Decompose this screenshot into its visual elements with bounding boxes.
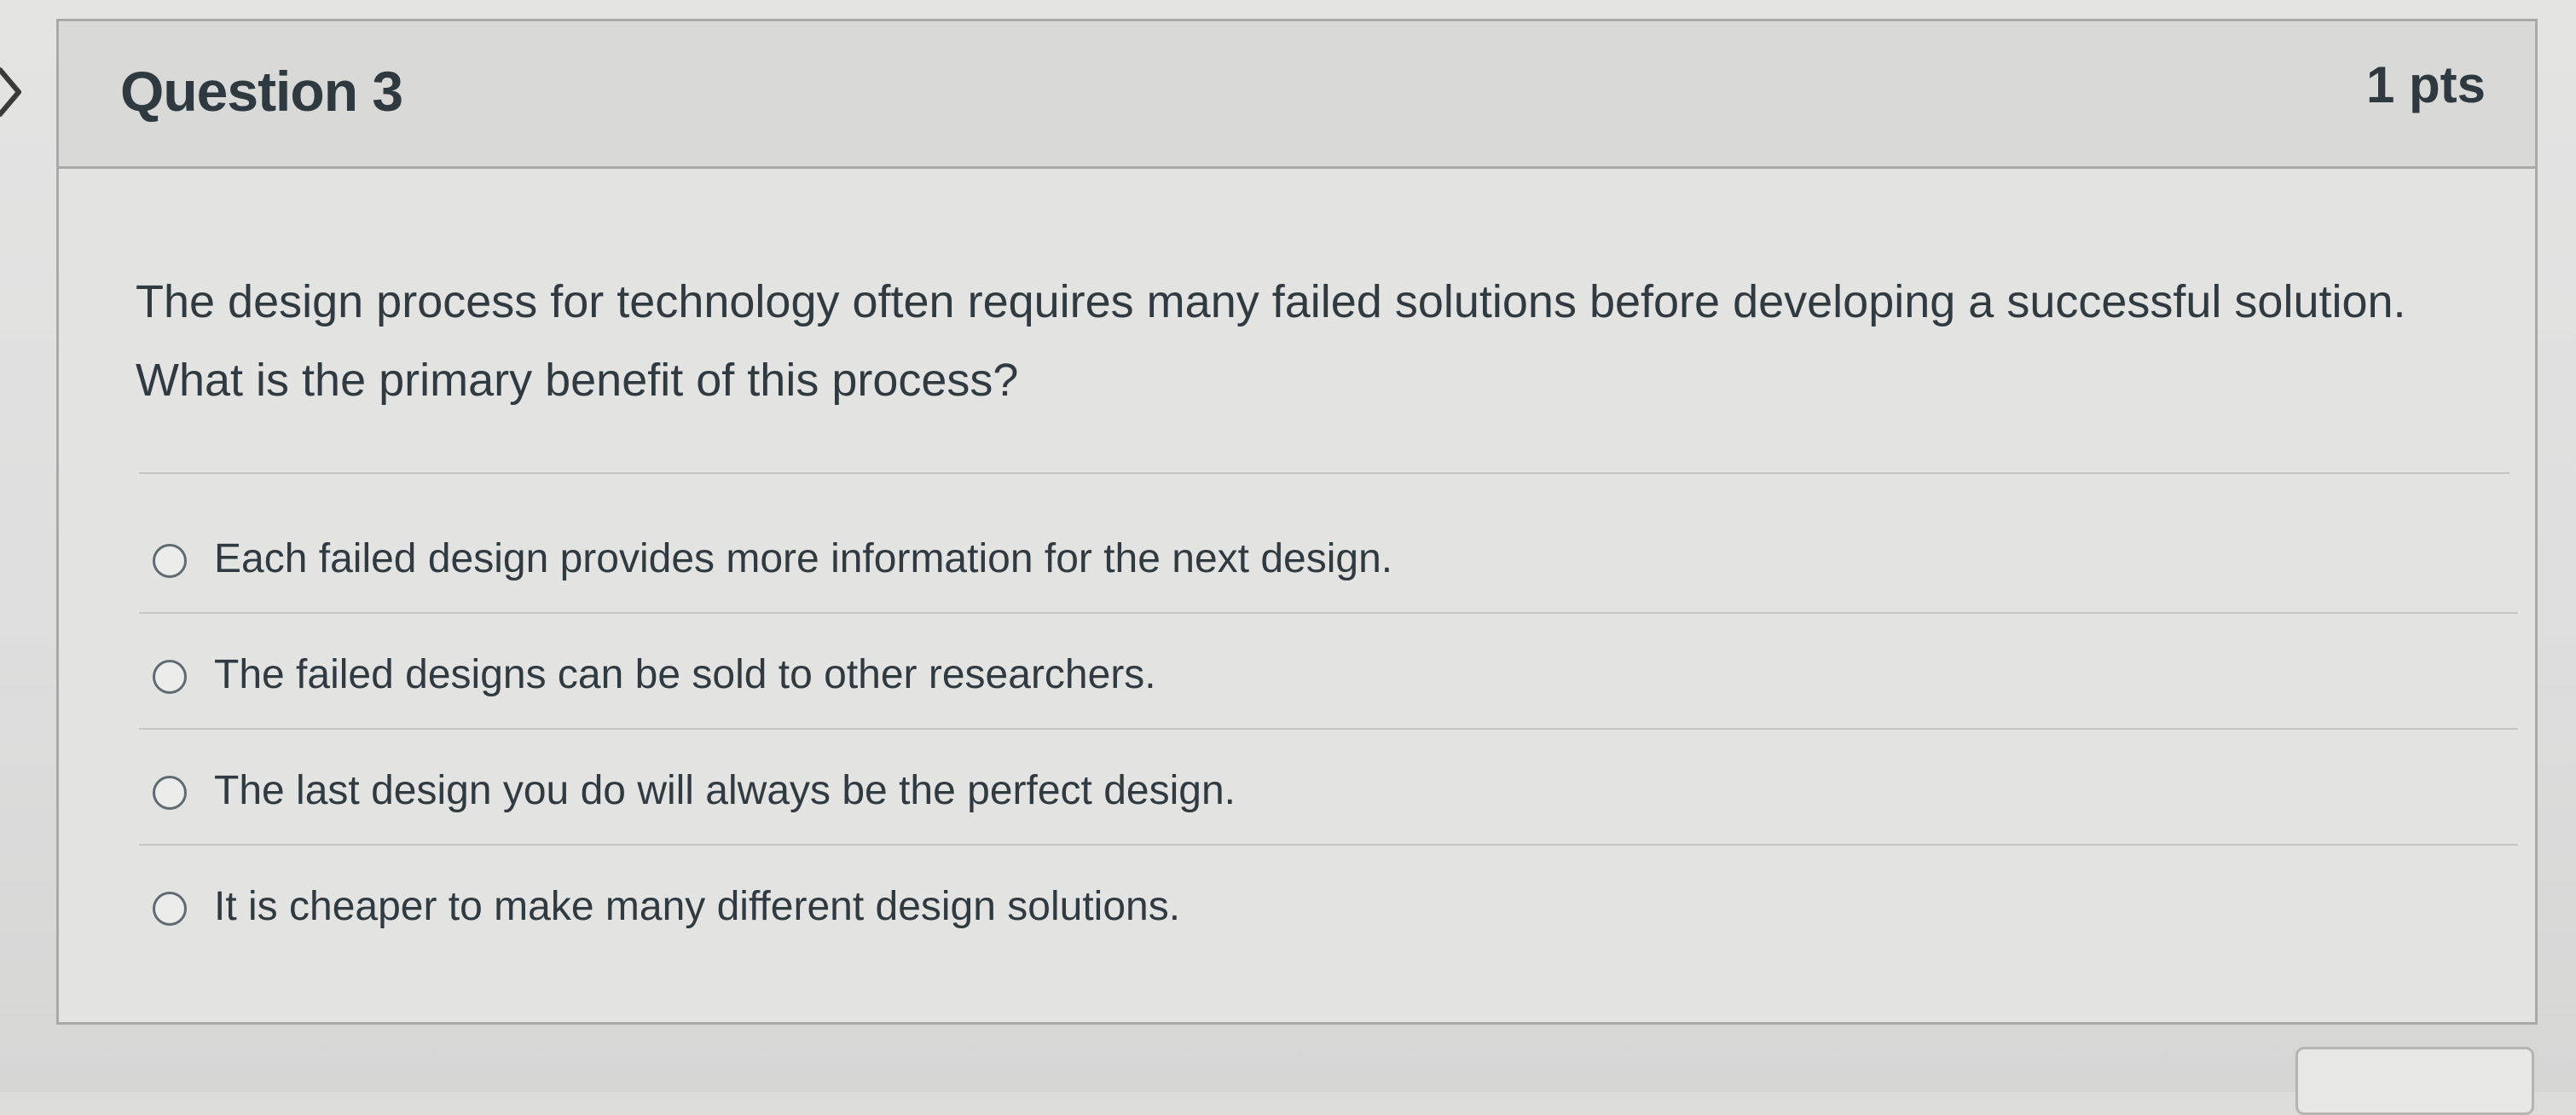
question-body: The design process for technology often … [59,169,2535,1022]
answer-label[interactable]: The failed designs can be sold to other … [214,650,1156,701]
answer-divider [139,612,2518,614]
answer-option-4[interactable]: It is cheaper to make many different des… [153,881,2506,967]
question-header: Question 3 1 pts [59,21,2535,169]
answer-divider [139,728,2518,730]
radio-unchecked-icon[interactable] [153,892,187,926]
radio-unchecked-icon[interactable] [153,776,187,810]
answer-option-1[interactable]: Each failed design provides more informa… [139,534,2518,619]
chevron-right-icon[interactable] [0,66,24,118]
question-text: The design process for technology often … [136,276,2406,406]
radio-unchecked-icon[interactable] [153,660,187,694]
answer-divider [139,844,2518,846]
answers-divider [139,472,2509,474]
question-points: 1 pts [2365,56,2486,113]
answer-option-2[interactable]: The failed designs can be sold to other … [139,650,2518,735]
partial-button[interactable] [2295,1047,2534,1115]
question-title: Question 3 [120,60,403,123]
question-card: Question 3 1 pts The design process for … [56,19,2538,1025]
answer-label[interactable]: Each failed design provides more informa… [214,534,1392,585]
answer-label[interactable]: It is cheaper to make many different des… [214,881,1180,933]
answer-label[interactable]: The last design you do will always be th… [214,765,1236,817]
radio-unchecked-icon[interactable] [153,544,187,578]
answer-option-3[interactable]: The last design you do will always be th… [139,765,2518,851]
